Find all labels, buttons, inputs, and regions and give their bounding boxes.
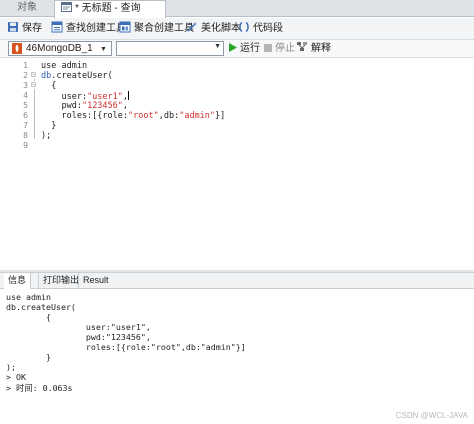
- fold-toggle-icon[interactable]: ⊟: [31, 70, 39, 79]
- magic-wand-icon: [186, 21, 198, 33]
- text-caret: [128, 91, 130, 100]
- tab-result[interactable]: Result: [78, 273, 113, 289]
- explain-label: 解释: [311, 43, 331, 54]
- output-line: roles:[{role:"root",db:"admin"}]: [6, 342, 246, 352]
- find-builder-label: 查找创建工具: [66, 23, 126, 34]
- output-line: );: [6, 362, 16, 372]
- chevron-down-icon: ▼: [100, 46, 107, 53]
- connection-selector-bar: 46MongoDB_1 ▼ ▼ 运行 停止 解释: [0, 40, 474, 58]
- tab-untitled-query[interactable]: * 无标题 - 查询: [54, 0, 166, 18]
- line-number: 8: [23, 131, 28, 140]
- code-snippet-button[interactable]: 代码段: [238, 21, 283, 37]
- output-line: user:"user1",: [6, 322, 151, 332]
- line-number: 7: [23, 121, 28, 130]
- line-number: 5: [23, 101, 28, 110]
- code-line-1: use admin: [41, 61, 88, 71]
- code-line-3: {: [41, 81, 57, 91]
- tab-info[interactable]: 信息: [4, 273, 32, 289]
- play-icon: [229, 43, 237, 57]
- save-icon: [7, 21, 19, 33]
- output-line: db.createUser(: [6, 302, 76, 312]
- code-line-2: db.createUser(: [41, 71, 113, 81]
- message-output-panel: use admin db.createUser( { user:"user1",…: [0, 290, 474, 424]
- database-select[interactable]: ▼: [116, 41, 224, 56]
- connection-select[interactable]: 46MongoDB_1 ▼: [8, 41, 112, 56]
- explain-button[interactable]: 解释: [297, 42, 331, 56]
- stop-label: 停止: [275, 43, 295, 54]
- output-line: {: [6, 312, 51, 322]
- line-number-gutter: 1 2 3 4 5 6 7 8 9 ⊟ ⊟: [0, 59, 38, 270]
- explain-icon: [297, 42, 308, 57]
- find-builder-icon: [51, 21, 63, 33]
- output-line: pwd:"123456",: [6, 332, 151, 342]
- line-number: 1: [23, 61, 28, 70]
- document-tab-strip: 对象 * 无标题 - 查询: [0, 0, 474, 18]
- output-line: > OK: [6, 372, 26, 382]
- code-snippet-icon: [238, 21, 250, 33]
- query-document-icon: [61, 2, 72, 12]
- run-button[interactable]: 运行: [229, 42, 260, 56]
- line-number: 4: [23, 91, 28, 100]
- fold-guide: [34, 79, 35, 81]
- aggregate-builder-label: 聚合创建工具: [134, 23, 194, 34]
- aggregate-builder-icon: [119, 21, 131, 33]
- code-snippet-label: 代码段: [253, 23, 283, 34]
- stop-icon: [264, 43, 272, 57]
- beautify-script-label: 美化脚本: [201, 23, 241, 34]
- tab-query-label: * 无标题 - 查询: [75, 3, 141, 14]
- stop-button[interactable]: 停止: [264, 42, 295, 56]
- find-builder-button[interactable]: 查找创建工具: [51, 21, 126, 37]
- code-line-6: roles:[{role:"root",db:"admin"}]: [41, 111, 226, 121]
- save-button[interactable]: 保存: [7, 21, 42, 37]
- result-tab-strip: 信息 打印输出 Result: [0, 272, 474, 289]
- line-number: 2: [23, 71, 28, 80]
- beautify-script-button[interactable]: 美化脚本: [186, 21, 241, 37]
- query-toolbar: 保存 查找创建工具 聚合创建工具 美化脚本 代码段: [0, 18, 474, 40]
- line-number: 9: [23, 141, 28, 150]
- save-label: 保存: [22, 23, 42, 34]
- fold-toggle-icon[interactable]: ⊟: [31, 80, 39, 89]
- output-line: > 时间: 0.063s: [6, 383, 73, 393]
- watermark-text: CSDN @WCL-JAVA: [395, 411, 468, 420]
- line-number: 3: [23, 81, 28, 90]
- code-line-8: );: [41, 131, 52, 141]
- code-line-7: }: [41, 121, 57, 131]
- output-line: use admin: [6, 292, 51, 302]
- query-editor[interactable]: 1 2 3 4 5 6 7 8 9 ⊟ ⊟ use admin db.creat…: [0, 59, 474, 270]
- tab-print-output[interactable]: 打印输出: [38, 273, 83, 289]
- chevron-down-icon: ▼: [214, 43, 221, 50]
- connection-select-value: 46MongoDB_1: [26, 43, 93, 54]
- tab-objects[interactable]: 对象: [0, 0, 54, 17]
- mongodb-leaf-icon: [12, 43, 22, 54]
- output-line: }: [6, 352, 51, 362]
- run-label: 运行: [240, 43, 260, 54]
- fold-guide: [34, 89, 35, 125]
- aggregate-builder-button[interactable]: 聚合创建工具: [119, 21, 194, 37]
- line-number: 6: [23, 111, 28, 120]
- code-line-5: pwd:"123456",: [41, 101, 129, 111]
- fold-guide: [34, 125, 35, 139]
